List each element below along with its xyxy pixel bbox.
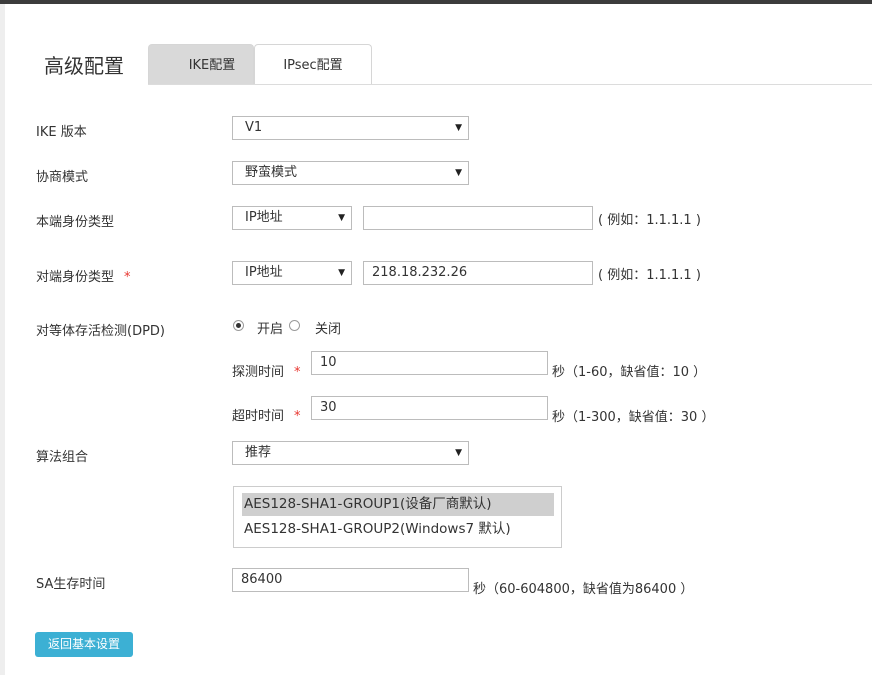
caret-down-icon: ▼ [455, 168, 462, 178]
dpd-disable-label[interactable]: 关闭 [315, 318, 341, 337]
algorithm-list-item[interactable]: AES128-SHA1-GROUP1(设备厂商默认) [242, 493, 554, 516]
timeout-hint: 秒（1-300，缺省值：30 ） [552, 410, 715, 425]
back-to-basic-settings-button[interactable]: 返回基本设置 [35, 632, 133, 657]
caret-down-icon: ▼ [338, 213, 345, 223]
tab-divider [148, 84, 872, 85]
local-id-type-label: 本端身份类型 [36, 215, 115, 230]
negotiation-mode-value: 野蛮模式 [245, 165, 298, 180]
sa-lifetime-input[interactable]: 86400 [232, 568, 469, 592]
timeout-input[interactable]: 30 [311, 396, 548, 420]
caret-down-icon: ▼ [455, 123, 462, 133]
ike-version-select[interactable]: V1 ▼ [232, 116, 469, 140]
caret-down-icon: ▼ [455, 448, 462, 458]
page-title: 高级配置 [44, 54, 124, 78]
tab-ipsec-config[interactable]: IPsec配置 [254, 44, 372, 85]
local-id-hint: ( 例如：1.1.1.1 ) [598, 213, 701, 228]
ike-version-value: V1 [245, 120, 263, 135]
probe-time-hint: 秒（1-60，缺省值：10 ） [552, 365, 707, 380]
required-mark: * [294, 365, 301, 380]
tab-label: IKE配置 [188, 58, 236, 73]
algorithm-value: 推荐 [245, 445, 272, 460]
negotiation-mode-select[interactable]: 野蛮模式 ▼ [232, 161, 469, 185]
dpd-enable-radio[interactable] [233, 320, 244, 331]
algorithm-listbox[interactable]: AES128-SHA1-GROUP1(设备厂商默认) AES128-SHA1-G… [233, 486, 562, 548]
algorithm-list-item[interactable]: AES128-SHA1-GROUP2(Windows7 默认) [242, 518, 554, 541]
required-mark: * [124, 270, 131, 285]
local-id-input[interactable] [363, 206, 593, 230]
peer-id-type-label: 对端身份类型 * [36, 266, 131, 285]
dpd-enable-label[interactable]: 开启 [257, 318, 283, 337]
tab-ike-config[interactable]: IKE配置 [148, 44, 254, 85]
probe-time-label: 探测时间 * [232, 361, 301, 380]
tab-label: IPsec配置 [283, 58, 343, 73]
caret-down-icon: ▼ [338, 268, 345, 278]
sa-lifetime-label: SA生存时间 [36, 577, 106, 592]
peer-id-hint: ( 例如：1.1.1.1 ) [598, 268, 701, 283]
dpd-label: 对等体存活检测(DPD) [36, 324, 166, 339]
timeout-label: 超时时间 * [232, 405, 301, 424]
peer-id-type-value: IP地址 [245, 265, 283, 280]
probe-time-input[interactable]: 10 [311, 351, 548, 375]
dpd-disable-radio[interactable] [289, 320, 300, 331]
peer-id-type-select[interactable]: IP地址 ▼ [232, 261, 352, 285]
sa-lifetime-hint: 秒（60-604800，缺省值为86400 ） [473, 582, 694, 597]
local-id-type-select[interactable]: IP地址 ▼ [232, 206, 352, 230]
peer-id-input[interactable]: 218.18.232.26 [363, 261, 593, 285]
required-mark: * [294, 409, 301, 424]
peer-id-type-label-text: 对端身份类型 [36, 270, 115, 285]
probe-time-label-text: 探测时间 [232, 365, 285, 380]
algorithm-label: 算法组合 [36, 450, 89, 465]
local-id-type-value: IP地址 [245, 210, 283, 225]
ike-version-label: IKE 版本 [36, 125, 87, 140]
negotiation-mode-label: 协商模式 [36, 170, 89, 185]
timeout-label-text: 超时时间 [232, 409, 285, 424]
algorithm-select[interactable]: 推荐 ▼ [232, 441, 469, 465]
